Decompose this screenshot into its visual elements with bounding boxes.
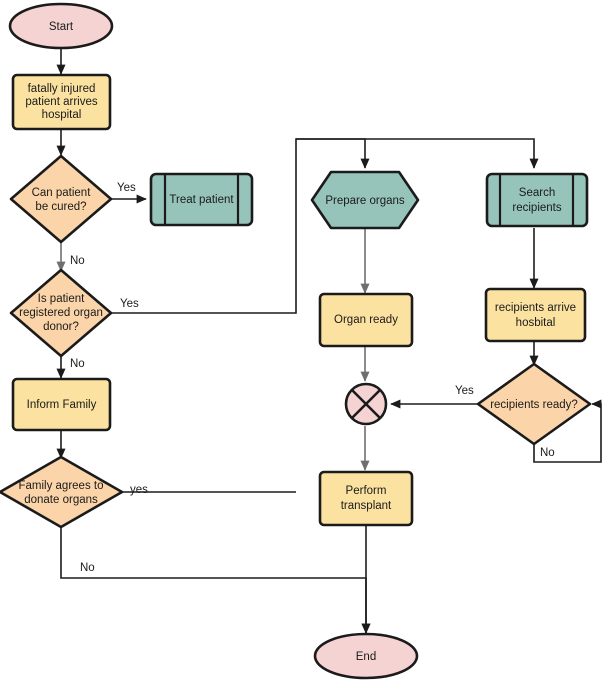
node-recipients-ready-label: recipients ready?: [490, 399, 578, 411]
flowchart-svg: Yes No Yes No yes No Yes No Start fatall…: [0, 2, 602, 680]
node-is-registered-donor[interactable]: Is patient registered organ donor?: [9, 268, 113, 358]
node-perform-transplant[interactable]: Perform transplant: [318, 470, 414, 527]
edge-ready-to-merge: Yes: [390, 385, 479, 409]
node-organ-ready-label: Organ ready: [334, 314, 398, 326]
node-merge-junction[interactable]: [344, 382, 388, 426]
node-donor-label-3: donor?: [43, 321, 79, 333]
edge-donor-to-inform: No: [56, 357, 85, 379]
node-donor-label-2: registered organ: [19, 307, 103, 319]
node-family-agrees[interactable]: Family agrees to donate organs: [0, 455, 124, 529]
node-patient-arrives[interactable]: fatally injured patient arrives hospital: [11, 73, 112, 131]
edge-can-cure-to-donor: No: [56, 243, 85, 272]
node-perform-transplant-label-1: Perform: [346, 485, 387, 497]
node-can-cure-label-2: be cured?: [35, 201, 86, 213]
node-can-cure-label-1: Can patient: [32, 187, 92, 199]
edge-label-no-donor: No: [70, 255, 85, 267]
edge-agrees-to-prepare: yes: [122, 484, 296, 496]
node-family-agrees-label-2: donate organs: [24, 494, 98, 506]
edge-agrees-to-end: No: [60, 527, 371, 634]
node-can-patient-be-cured[interactable]: Can patient be cured?: [9, 154, 113, 244]
edge-label-yes-agrees: yes: [130, 484, 148, 496]
node-organ-ready[interactable]: Organ ready: [318, 292, 414, 348]
node-perform-transplant-label-2: transplant: [341, 500, 392, 512]
node-recipients-ready[interactable]: recipients ready?: [476, 362, 592, 446]
edge-label-yes-merge: Yes: [455, 385, 474, 397]
node-search-recipients[interactable]: Search recipients: [485, 172, 589, 228]
node-recipients-arrive-label-1: recipients arrive: [495, 302, 576, 314]
edge-label-yes-treat: Yes: [117, 182, 136, 194]
node-treat-patient[interactable]: Treat patient: [149, 172, 254, 227]
node-donor-label-1: Is patient: [38, 293, 85, 305]
flowchart-canvas: Yes No Yes No yes No Yes No Start fatall…: [0, 0, 615, 682]
node-search-recipients-label-1: Search: [519, 187, 555, 199]
edge-can-cure-to-treat: Yes: [111, 182, 147, 204]
edge-label-no-inform: No: [70, 358, 85, 370]
node-end[interactable]: End: [313, 632, 419, 680]
node-inform-family[interactable]: Inform Family: [11, 377, 112, 432]
edge-label-no-loop: No: [540, 447, 555, 459]
node-inform-family-label: Inform Family: [27, 399, 97, 411]
node-prepare-organs[interactable]: Prepare organs: [310, 170, 420, 230]
node-recipients-arrive-label-2: hosbital: [516, 317, 556, 329]
node-start[interactable]: Start: [8, 2, 114, 50]
node-start-label: Start: [49, 21, 74, 33]
edge-label-yes-prepare: Yes: [120, 298, 139, 310]
node-recipients-arrive[interactable]: recipients arrive hosbital: [484, 287, 587, 343]
node-patient-arrives-label-1: fatally injured: [28, 83, 96, 95]
edge-label-no-end: No: [80, 562, 95, 574]
node-patient-arrives-label-3: hospital: [42, 109, 82, 121]
node-treat-patient-label: Treat patient: [169, 194, 234, 206]
node-end-label: End: [356, 651, 376, 663]
node-patient-arrives-label-2: patient arrives: [25, 96, 97, 108]
node-search-recipients-label-2: recipients: [512, 202, 561, 214]
node-family-agrees-label-1: Family agrees to: [18, 480, 103, 492]
node-prepare-organs-label: Prepare organs: [325, 195, 405, 207]
